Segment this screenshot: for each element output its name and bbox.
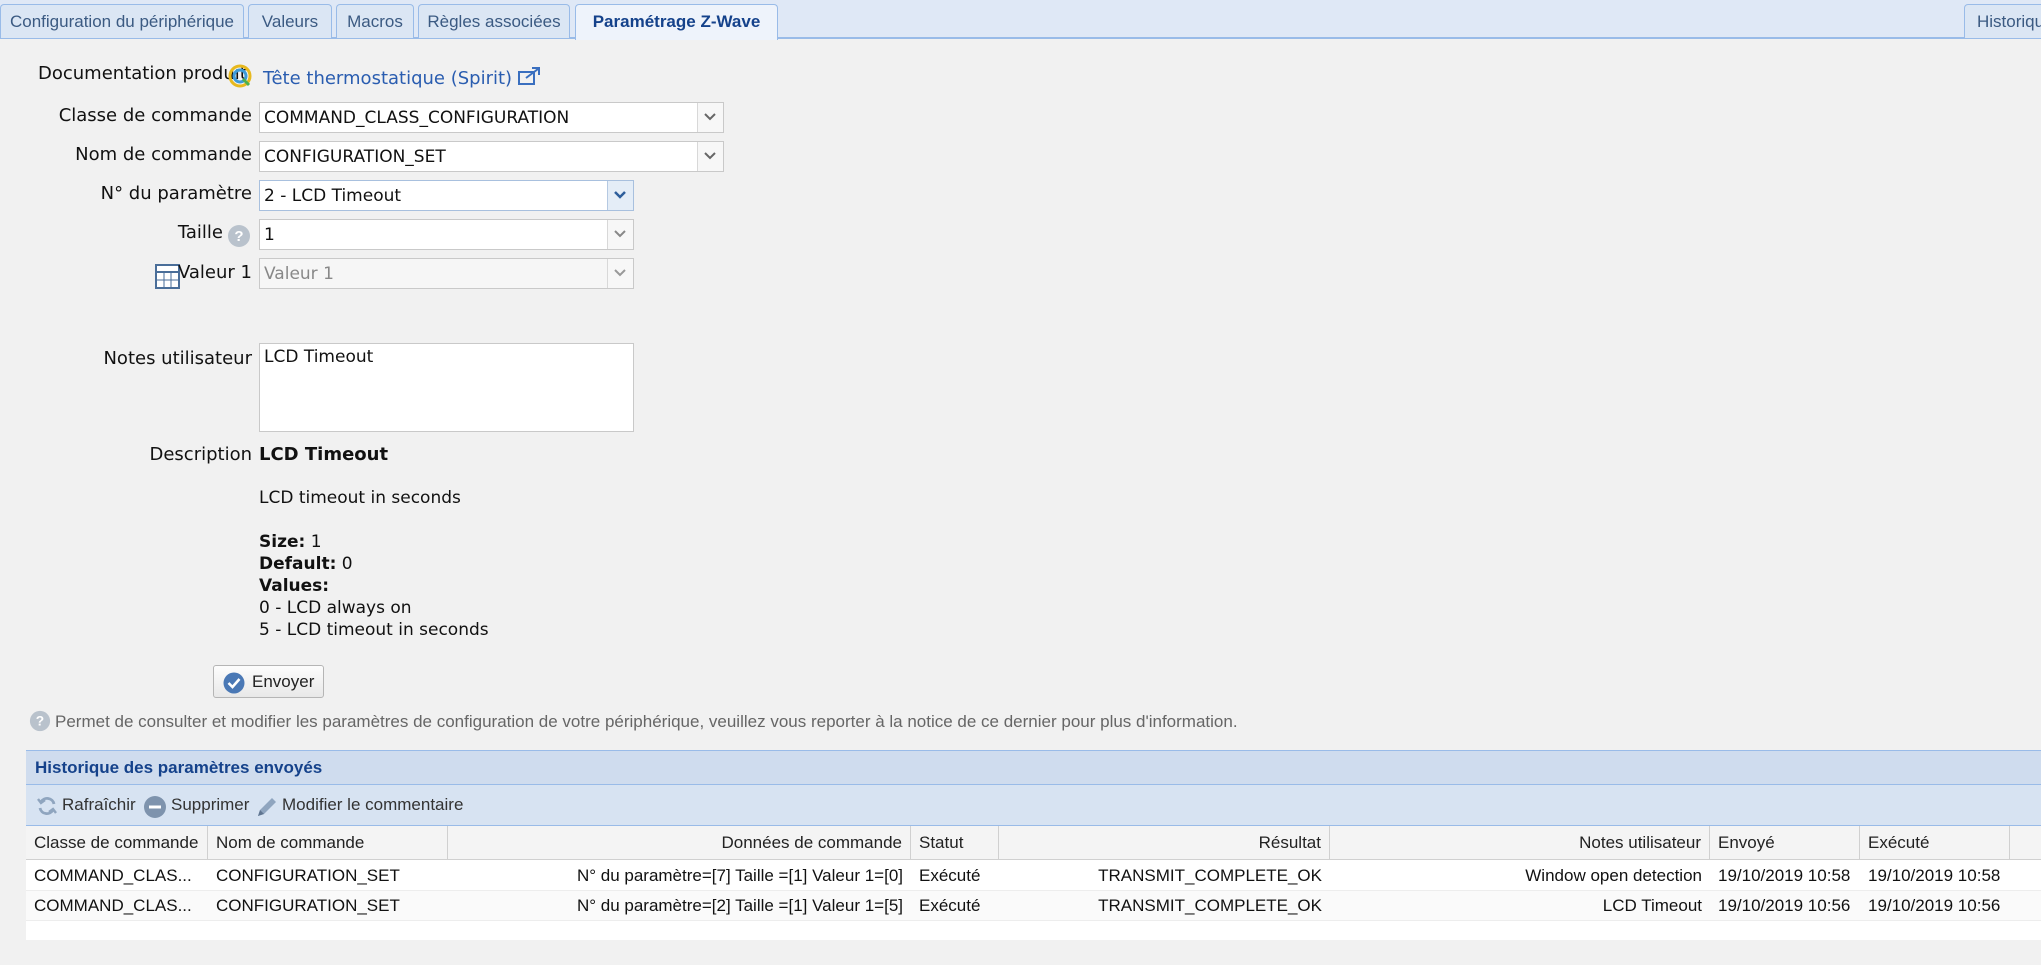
table-row[interactable]: COMMAND_CLAS... CONFIGURATION_SET N° du …	[26, 891, 2041, 921]
cell-class: COMMAND_CLAS...	[34, 866, 192, 885]
cell-status: Exécuté	[919, 896, 981, 915]
description-label: Description	[149, 444, 252, 465]
user-notes-label: Notes utilisateur	[103, 348, 252, 369]
description-size: Size: 1	[259, 532, 322, 552]
tab-macros[interactable]: Macros	[336, 4, 414, 38]
user-notes-textarea[interactable]: LCD Timeout	[259, 343, 634, 432]
doc-label: Documentation produit	[38, 63, 247, 84]
size-key: Size:	[259, 532, 306, 552]
chevron-down-icon[interactable]	[697, 142, 723, 171]
cell-data: N° du paramètre=[2] Taille =[1] Valeur 1…	[576, 896, 903, 915]
command-name-select[interactable]: CONFIGURATION_SET	[259, 141, 724, 172]
history-grid-header: Classe de commande Nom de commande Donné…	[26, 826, 2041, 860]
command-name-label: Nom de commande	[75, 144, 252, 165]
size-select[interactable]: 1	[259, 219, 634, 250]
chevron-down-icon[interactable]	[607, 220, 633, 249]
delete-label: Supprimer	[171, 795, 250, 814]
tab-device-configuration[interactable]: Configuration du périphérique	[0, 4, 244, 38]
value1-label: Valeur 1	[177, 262, 252, 283]
description-summary: LCD timeout in seconds	[259, 488, 461, 508]
cell-result: TRANSMIT_COMPLETE_OK	[1098, 896, 1322, 915]
column-header[interactable]: Nom de commande	[208, 826, 448, 859]
help-text: ? Permet de consulter et modifier les pa…	[29, 710, 1238, 737]
chevron-down-icon[interactable]	[607, 181, 633, 210]
command-class-value: COMMAND_CLASS_CONFIGURATION	[264, 108, 570, 128]
description-values-key: Values:	[259, 576, 330, 596]
minus-circle-icon	[144, 796, 166, 818]
history-panel: Historique des paramètres envoyés Rafraî…	[26, 750, 2041, 940]
cell-sent: 19/10/2019 10:56	[1718, 896, 1851, 915]
send-button-label: Envoyer	[252, 672, 315, 691]
cell-result: TRANSMIT_COMPLETE_OK	[1098, 866, 1322, 885]
command-class-label: Classe de commande	[58, 105, 252, 126]
column-header[interactable]: Statut	[911, 826, 999, 859]
product-doc-link[interactable]: Tête thermostatique (Spirit)	[263, 66, 542, 91]
cell-notes: Window open detection	[1525, 866, 1702, 885]
command-class-select[interactable]: COMMAND_CLASS_CONFIGURATION	[259, 102, 724, 133]
cell-executed: 19/10/2019 10:56	[1868, 896, 2001, 915]
tab-associated-rules[interactable]: Règles associées	[418, 4, 570, 38]
cell-name: CONFIGURATION_SET	[216, 866, 400, 885]
table-icon[interactable]	[155, 264, 180, 293]
edit-comment-label: Modifier le commentaire	[282, 795, 464, 814]
size-label: Taille	[177, 222, 223, 243]
cell-status: Exécuté	[919, 866, 981, 885]
column-header[interactable]: Notes utilisateur	[1330, 826, 1710, 859]
tab-history[interactable]: Historique	[1964, 4, 2041, 38]
history-panel-title: Historique des paramètres envoyés	[26, 750, 2041, 785]
param-number-value[interactable]: 2 - LCD Timeout	[264, 181, 401, 211]
description-value-item: 0 - LCD always on	[259, 598, 412, 618]
command-name-value: CONFIGURATION_SET	[264, 147, 446, 167]
tab-values[interactable]: Valeurs	[248, 4, 332, 38]
size-value: 1	[264, 225, 275, 245]
description-title: LCD Timeout	[259, 444, 389, 465]
param-number-label: N° du paramètre	[100, 183, 252, 204]
column-header[interactable]: Données de commande	[448, 826, 911, 859]
tab-zwave-settings[interactable]: Paramétrage Z-Wave	[575, 4, 778, 40]
chevron-down-icon[interactable]	[697, 103, 723, 132]
description-default: Default: 0	[259, 554, 353, 574]
cell-executed: 19/10/2019 10:58	[1868, 866, 2001, 885]
cell-notes: LCD Timeout	[1602, 896, 1702, 915]
cell-data: N° du paramètre=[7] Taille =[1] Valeur 1…	[576, 866, 903, 885]
history-toolbar: Rafraîchir Supprimer Modifier le comment…	[26, 785, 2041, 826]
refresh-icon	[37, 797, 57, 815]
external-link-icon[interactable]	[517, 66, 542, 91]
svg-text:?: ?	[234, 228, 243, 245]
svg-text:?: ?	[36, 714, 44, 729]
product-doc-icon	[228, 64, 252, 92]
table-row[interactable]: COMMAND_CLAS... CONFIGURATION_SET N° du …	[26, 861, 2041, 891]
size-value-text: 1	[310, 532, 322, 552]
column-header[interactable]: Exécuté	[1860, 826, 2010, 859]
check-circle-icon	[223, 672, 245, 704]
product-doc-link-text[interactable]: Tête thermostatique (Spirit)	[263, 68, 512, 89]
description-value-item: 5 - LCD timeout in seconds	[259, 620, 489, 640]
default-value-text: 0	[341, 554, 353, 574]
chevron-down-icon[interactable]	[607, 259, 633, 288]
param-number-select[interactable]: 2 - LCD Timeout	[259, 180, 634, 211]
help-icon: ?	[29, 710, 51, 737]
default-key: Default:	[259, 554, 337, 574]
cell-name: CONFIGURATION_SET	[216, 896, 400, 915]
column-header[interactable]: Résultat	[999, 826, 1330, 859]
help-text-content: Permet de consulter et modifier les para…	[55, 712, 1238, 731]
value1-placeholder: Valeur 1	[264, 264, 334, 284]
tab-bar: Configuration du périphérique Valeurs Ma…	[0, 0, 2041, 40]
help-icon[interactable]: ?	[227, 224, 251, 252]
cell-sent: 19/10/2019 10:58	[1718, 866, 1851, 885]
cell-class: COMMAND_CLAS...	[34, 896, 192, 915]
pencil-icon	[258, 798, 276, 816]
column-header[interactable]: Classe de commande	[26, 826, 208, 859]
value1-input[interactable]: Valeur 1	[259, 258, 634, 289]
column-header[interactable]: Envoyé	[1710, 826, 1860, 859]
refresh-label: Rafraîchir	[62, 795, 136, 814]
send-button[interactable]: Envoyer	[213, 665, 324, 698]
